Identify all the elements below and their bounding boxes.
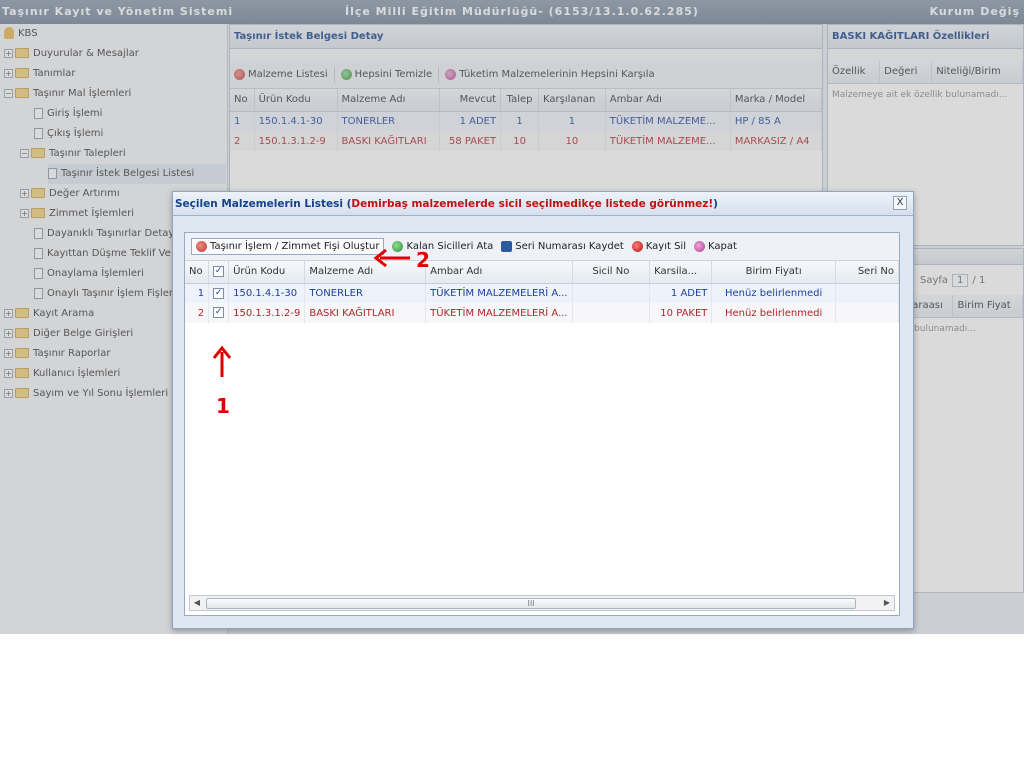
arrow-left-icon: [373, 248, 410, 268]
annotation-layer: [212, 248, 410, 377]
arrow-up-icon: [212, 345, 232, 377]
annotation-step-2: 2: [416, 248, 430, 272]
annotation-step-1: 1: [216, 394, 230, 418]
